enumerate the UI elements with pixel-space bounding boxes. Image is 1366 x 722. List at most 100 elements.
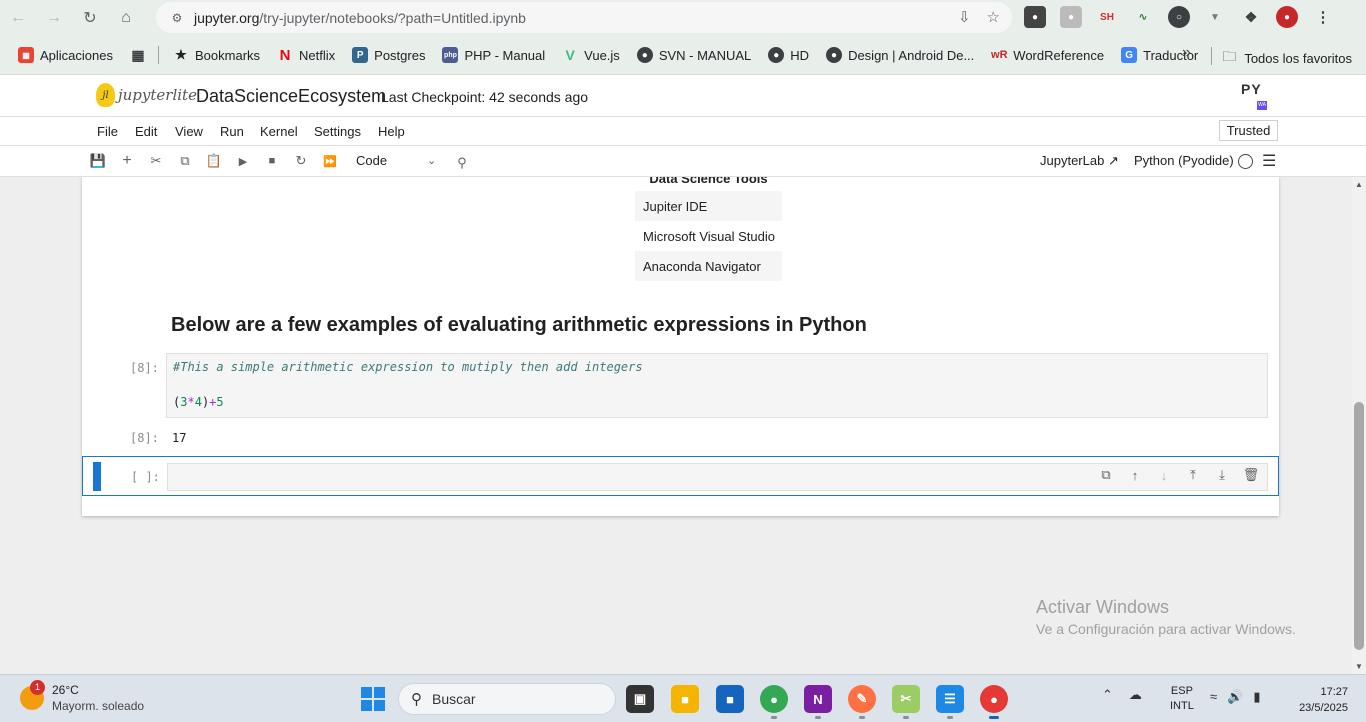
battery-icon[interactable]: ▮ [1253, 689, 1260, 705]
notebook-panel: Data Science Tools Jupiter IDE Microsoft… [82, 177, 1279, 516]
clock[interactable]: 17:27 23/5/2025 [1290, 684, 1348, 716]
forward-icon[interactable]: → [36, 0, 72, 36]
cloud-icon[interactable]: ☁ [1129, 687, 1142, 703]
menu-view[interactable]: View [175, 124, 203, 139]
store-icon[interactable]: ■ [716, 685, 744, 713]
delete-cell-icon[interactable]: 🗑 [1242, 466, 1260, 484]
chart-ext-icon[interactable]: ∿ [1132, 6, 1154, 28]
bookmark-svn-manual[interactable]: ● SVN - MANUAL [636, 47, 751, 63]
save-icon[interactable]: 💾 [89, 152, 107, 170]
snipping-tool-icon[interactable]: ✂ [892, 685, 920, 713]
bookmark-star-icon[interactable]: ☆ [987, 8, 1000, 26]
insert-below-icon[interactable]: ⤓ [1213, 466, 1231, 484]
code-cell-editor[interactable]: #This a simple arithmetic expression to … [166, 353, 1268, 418]
scrollbar[interactable]: ▲ ▼ [1352, 177, 1366, 674]
bookmark-hd[interactable]: ● HD [768, 47, 809, 63]
stop-icon[interactable]: ■ [263, 152, 281, 170]
kernel-status-icon [1238, 154, 1253, 169]
bookmark-netflix[interactable]: N Netflix [277, 46, 336, 64]
scroll-down-icon[interactable]: ▼ [1355, 662, 1363, 671]
jupyter-header: jl jupyterlite DataScienceEcosystem Last… [0, 75, 1366, 117]
bookmark-bookmarks[interactable]: ★ Bookmarks [173, 47, 260, 63]
insert-cell-icon[interactable]: + [118, 152, 136, 170]
menu-file[interactable]: File [97, 124, 118, 139]
file-explorer-icon[interactable]: ■ [671, 685, 699, 713]
puzzle-ext-icon[interactable]: ● [1060, 6, 1082, 28]
notepad-icon[interactable]: ☰ [936, 685, 964, 713]
bookmark-vuejs[interactable]: V Vue.js [562, 47, 619, 63]
scroll-up-icon[interactable]: ▲ [1355, 180, 1363, 189]
copy-icon[interactable]: ⧉ [176, 152, 194, 170]
home-icon[interactable]: ⌂ [108, 0, 144, 36]
netflix-icon: N [279, 46, 291, 64]
bookmark-wordreference[interactable]: wR WordReference [991, 47, 1104, 63]
menu-edit[interactable]: Edit [135, 124, 157, 139]
back-icon[interactable]: ← [0, 0, 36, 36]
google-translate-icon: G [1121, 47, 1138, 63]
notebook-title[interactable]: DataScienceEcosystem [196, 86, 386, 107]
run-icon[interactable]: ▶ [234, 152, 252, 170]
task-view-icon[interactable]: ▣ [626, 685, 654, 713]
system-icons: ≈ 🔊 ▮ [1210, 689, 1260, 705]
menu-help[interactable]: Help [378, 124, 405, 139]
onenote-icon[interactable]: N [804, 685, 832, 713]
menu-kernel[interactable]: Kernel [260, 124, 298, 139]
location-pin-icon[interactable]: ⚲ [453, 154, 471, 172]
language-indicator[interactable]: ESP INTL [1170, 684, 1194, 714]
active-indicator [989, 716, 999, 719]
move-down-icon[interactable]: ↓ [1155, 466, 1173, 484]
chevron-down-icon[interactable]: ⌄ [427, 154, 436, 167]
pen-app-icon[interactable]: ✎ [848, 685, 876, 713]
reload-icon[interactable]: ↻ [72, 0, 108, 36]
incognito-ext-icon[interactable]: ● [1024, 6, 1046, 28]
all-favorites[interactable]: 🗀 Todos los favoritos [1222, 46, 1352, 70]
menu-settings[interactable]: Settings [314, 124, 361, 139]
chrome-icon[interactable]: ● [760, 685, 788, 713]
volume-icon[interactable]: 🔊 [1227, 689, 1243, 705]
active-cell-indicator[interactable] [93, 462, 101, 491]
extensions-icon[interactable]: ❖ [1240, 6, 1262, 28]
bookmark-separator [1211, 47, 1212, 65]
devtools-ext-icon[interactable]: ○ [1168, 6, 1190, 28]
cut-icon[interactable]: ✂ [147, 152, 165, 170]
wifi-icon[interactable]: ≈ [1210, 689, 1217, 705]
fast-forward-icon[interactable]: ⏩ [321, 152, 339, 170]
wasm-badge-icon: WA [1257, 101, 1267, 110]
paste-icon[interactable]: 📋 [205, 152, 223, 170]
insert-above-icon[interactable]: ⤒ [1184, 466, 1202, 484]
menu-run[interactable]: Run [220, 124, 244, 139]
weather-widget[interactable]: 1 26°C Mayorm. soleado [20, 680, 144, 713]
bookmark-postgres[interactable]: P Postgres [352, 47, 425, 63]
chrome-profile-icon[interactable]: ● [980, 685, 1008, 713]
chevron-up-icon[interactable]: ⌃ [1102, 687, 1113, 703]
jupyterlab-link[interactable]: JupyterLab ↗ [1040, 153, 1119, 169]
bookmark-apps[interactable]: ▦ Aplicaciones [18, 47, 113, 63]
browser-menu-icon[interactable]: ⋮ [1312, 6, 1334, 28]
sh-ext-icon[interactable]: SH [1096, 6, 1118, 28]
jupyterlite-logo[interactable]: jl jupyterlite [96, 83, 197, 107]
bookmark-design-android[interactable]: ● Design | Android De... [826, 47, 974, 63]
bookmark-separator [158, 46, 159, 64]
address-bar[interactable]: ⚙ jupyter.org/try-jupyter/notebooks/?pat… [156, 2, 1012, 33]
bookmark-grid[interactable]: ▦ [130, 47, 146, 63]
bookmark-php-manual[interactable]: php PHP - Manual [442, 47, 545, 63]
vue-ext-icon[interactable]: ▼ [1204, 6, 1226, 28]
restart-icon[interactable]: ↻ [292, 152, 310, 170]
profile-avatar[interactable]: ● [1276, 6, 1298, 28]
active-cell[interactable]: [ ]: ⧉ ↑ ↓ ⤒ ⤓ 🗑 [82, 456, 1279, 496]
more-bookmarks-icon[interactable]: » [1182, 44, 1191, 62]
cell-type-select[interactable]: Code [356, 153, 387, 168]
duplicate-cell-icon[interactable]: ⧉ [1097, 466, 1115, 484]
site-info-icon[interactable]: ⚙ [166, 7, 188, 29]
install-app-icon[interactable]: ⇩ [958, 8, 971, 26]
scrollbar-thumb[interactable] [1354, 402, 1364, 650]
url-text[interactable]: jupyter.org/try-jupyter/notebooks/?path=… [194, 10, 526, 26]
kernel-name[interactable]: Python (Pyodide) [1134, 153, 1234, 168]
trusted-badge[interactable]: Trusted [1219, 120, 1278, 141]
start-windows-icon[interactable] [361, 687, 385, 711]
move-up-icon[interactable]: ↑ [1126, 466, 1144, 484]
taskbar-search[interactable]: ⚲ Buscar [398, 683, 616, 715]
hamburger-menu-icon[interactable]: ☰ [1262, 151, 1276, 171]
grid-icon: ▦ [131, 46, 145, 63]
running-indicator [859, 716, 865, 719]
